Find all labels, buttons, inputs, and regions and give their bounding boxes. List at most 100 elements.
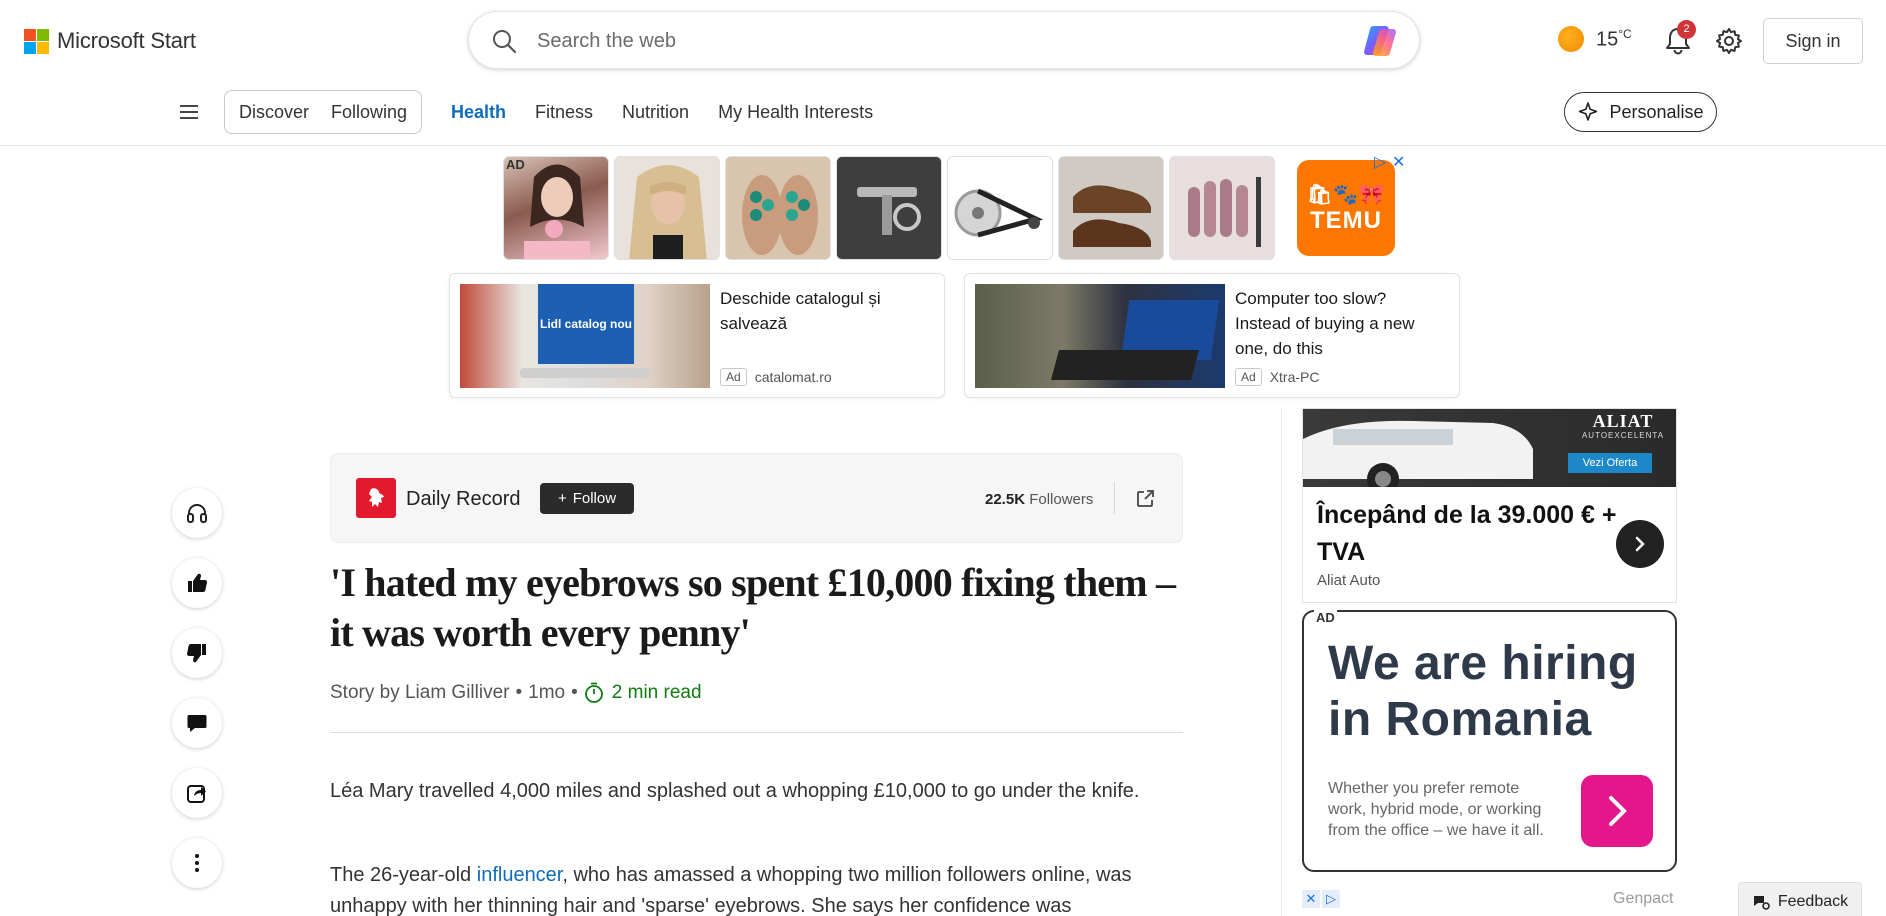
search-box[interactable] [468, 11, 1420, 69]
car-ad-image: ALIAT AUTOEXCELENTA Vezi Oferta [1303, 409, 1676, 495]
search-input[interactable] [537, 26, 1317, 56]
article-paragraph: The 26-year-old influencer, who has amas… [330, 864, 1132, 916]
read-time: 2 min read [584, 682, 702, 704]
source-name[interactable]: Daily Record [406, 488, 520, 511]
nav-nutrition[interactable]: Nutrition [622, 102, 689, 123]
dislike-button[interactable] [172, 628, 222, 678]
ad-thumb-pulley-belt[interactable] [947, 156, 1053, 260]
feed-switcher: Discover Following [224, 90, 423, 134]
sparkle-icon [1579, 102, 1598, 121]
open-external-icon[interactable] [1135, 489, 1155, 509]
close-ad-icon[interactable]: ✕ [1392, 152, 1405, 172]
more-options-button[interactable] [172, 838, 222, 888]
nav-fitness[interactable]: Fitness [535, 102, 593, 123]
comment-button[interactable] [172, 698, 222, 748]
thumbs-up-icon [188, 573, 208, 592]
like-button[interactable] [172, 558, 222, 608]
native-ad-source: catalomat.ro [754, 369, 832, 385]
tab-following[interactable]: Following [331, 102, 407, 123]
nav-my-health-interests[interactable]: My Health Interests [718, 102, 873, 123]
ad-label: AD [506, 157, 525, 172]
ad-thumb-tool[interactable] [836, 156, 942, 260]
native-ad-card[interactable]: Lidl catalog nou Deschide catalogul și s… [449, 273, 945, 398]
weather-widget[interactable]: 15°C [1558, 26, 1632, 52]
car-offer-button[interactable]: Vezi Oferta [1568, 453, 1652, 473]
thumbs-down-icon [186, 644, 206, 663]
followers-count: 22.5K Followers [985, 491, 1094, 508]
topic-links: Health Fitness Nutrition My Health Inter… [451, 102, 873, 123]
ad-thumb-leather-shoes[interactable] [1058, 156, 1164, 260]
ad-thumb-image-6 [1073, 185, 1151, 247]
share-button[interactable] [172, 768, 222, 818]
native-ad-card[interactable]: Computer too slow? Instead of buying a n… [964, 273, 1460, 398]
car-brand-sub: AUTOEXCELENTA [1581, 431, 1665, 440]
hiring-ad-text: Whether you prefer remote work, hybrid m… [1328, 780, 1544, 839]
influencer-link[interactable]: influencer [477, 864, 563, 886]
temu-wordmark: TEMU [1310, 206, 1382, 234]
ad-label: AD [1314, 610, 1337, 625]
lion-rampant-icon [369, 488, 384, 507]
ad-thumb-sandals[interactable] [725, 156, 831, 260]
native-ad-title: Deschide catalogul și salvează [720, 289, 881, 333]
adchoices-close-icon[interactable]: ✕ [1302, 890, 1320, 908]
divider [1281, 408, 1282, 916]
ad-thumb-image-3 [742, 175, 818, 255]
hiring-ad-source: Genpact [1613, 890, 1674, 907]
divider [330, 732, 1183, 733]
brand-name: Microsoft Start [57, 28, 196, 53]
lidl-sign: Lidl catalog nou [538, 284, 634, 364]
nav-health[interactable]: Health [451, 102, 506, 123]
sun-icon [1558, 26, 1584, 52]
follow-button[interactable]: + Follow [540, 483, 634, 514]
brand-logo[interactable]: Microsoft Start [24, 28, 196, 54]
listen-button[interactable] [172, 488, 222, 538]
chevron-right-icon [1635, 536, 1645, 552]
car-ad[interactable]: ALIAT AUTOEXCELENTA Vezi Oferta Începând… [1302, 408, 1677, 603]
daily-record-logo-icon[interactable] [356, 478, 396, 518]
feedback-label: Feedback [1777, 893, 1849, 910]
ad-thumb-image-1 [524, 164, 590, 259]
chevron-right-icon [1609, 796, 1627, 826]
temu-mascots: 🛍🐾🎀 [1306, 183, 1386, 206]
gear-icon[interactable] [1715, 27, 1743, 55]
tab-discover[interactable]: Discover [239, 102, 309, 123]
search-icon[interactable] [491, 28, 517, 54]
native-ad-title: Computer too slow? Instead of buying a n… [1235, 289, 1415, 358]
native-ad-footer: Ad Xtra-PC [1235, 368, 1319, 386]
car-brand: ALIAT [1592, 411, 1654, 431]
car-ad-next-button[interactable] [1616, 520, 1664, 568]
microsoft-logo-icon [24, 28, 49, 54]
ad-badge: Ad [720, 368, 747, 386]
stopwatch-icon [584, 682, 603, 703]
feedback-icon [1753, 896, 1770, 910]
native-ad-footer: Ad catalomat.ro [720, 368, 832, 386]
menu-icon[interactable] [180, 101, 200, 123]
headphones-icon [187, 504, 207, 523]
ad-thumb-image-2 [629, 165, 707, 259]
ad-badge: Ad [1235, 368, 1262, 386]
ad-thumb-image-5 [954, 188, 1044, 238]
comment-icon [187, 715, 207, 732]
author[interactable]: Story by Liam Gilliver [330, 682, 510, 704]
sign-in-button[interactable]: Sign in [1763, 18, 1863, 64]
adchoices[interactable]: ✕ ▷ [1302, 890, 1340, 908]
notification-badge: 2 [1677, 20, 1696, 39]
copilot-icon[interactable] [1363, 24, 1399, 58]
car-ad-title: Începând de la 39.000 € + TVA [1317, 501, 1617, 566]
source-card: Daily Record + Follow 22.5K Followers [330, 453, 1183, 543]
article-byline: Story by Liam Gilliver • 1mo • 2 min rea… [330, 682, 702, 704]
hiring-ad-button[interactable] [1581, 775, 1653, 847]
hiring-ad[interactable]: AD We are hiring in Romania Whether you … [1302, 610, 1677, 872]
ad-thumb-nails[interactable] [1169, 156, 1275, 260]
adchoices-icon[interactable]: ▷ [1322, 890, 1340, 908]
feedback-button[interactable]: Feedback [1738, 882, 1862, 916]
ad-thumb-image-7 [1188, 177, 1261, 247]
personalise-button[interactable]: Personalise [1564, 92, 1717, 132]
article-age: 1mo [528, 682, 566, 703]
temu-ad[interactable]: 🛍🐾🎀 TEMU [1297, 160, 1395, 256]
car-ad-source: Aliat Auto [1317, 572, 1381, 589]
native-ad-source: Xtra-PC [1269, 369, 1320, 385]
adchoices-icon[interactable]: ▷ [1374, 152, 1386, 172]
read-time-label: 2 min read [611, 682, 702, 703]
ad-thumb-blonde-wig[interactable] [614, 156, 720, 260]
